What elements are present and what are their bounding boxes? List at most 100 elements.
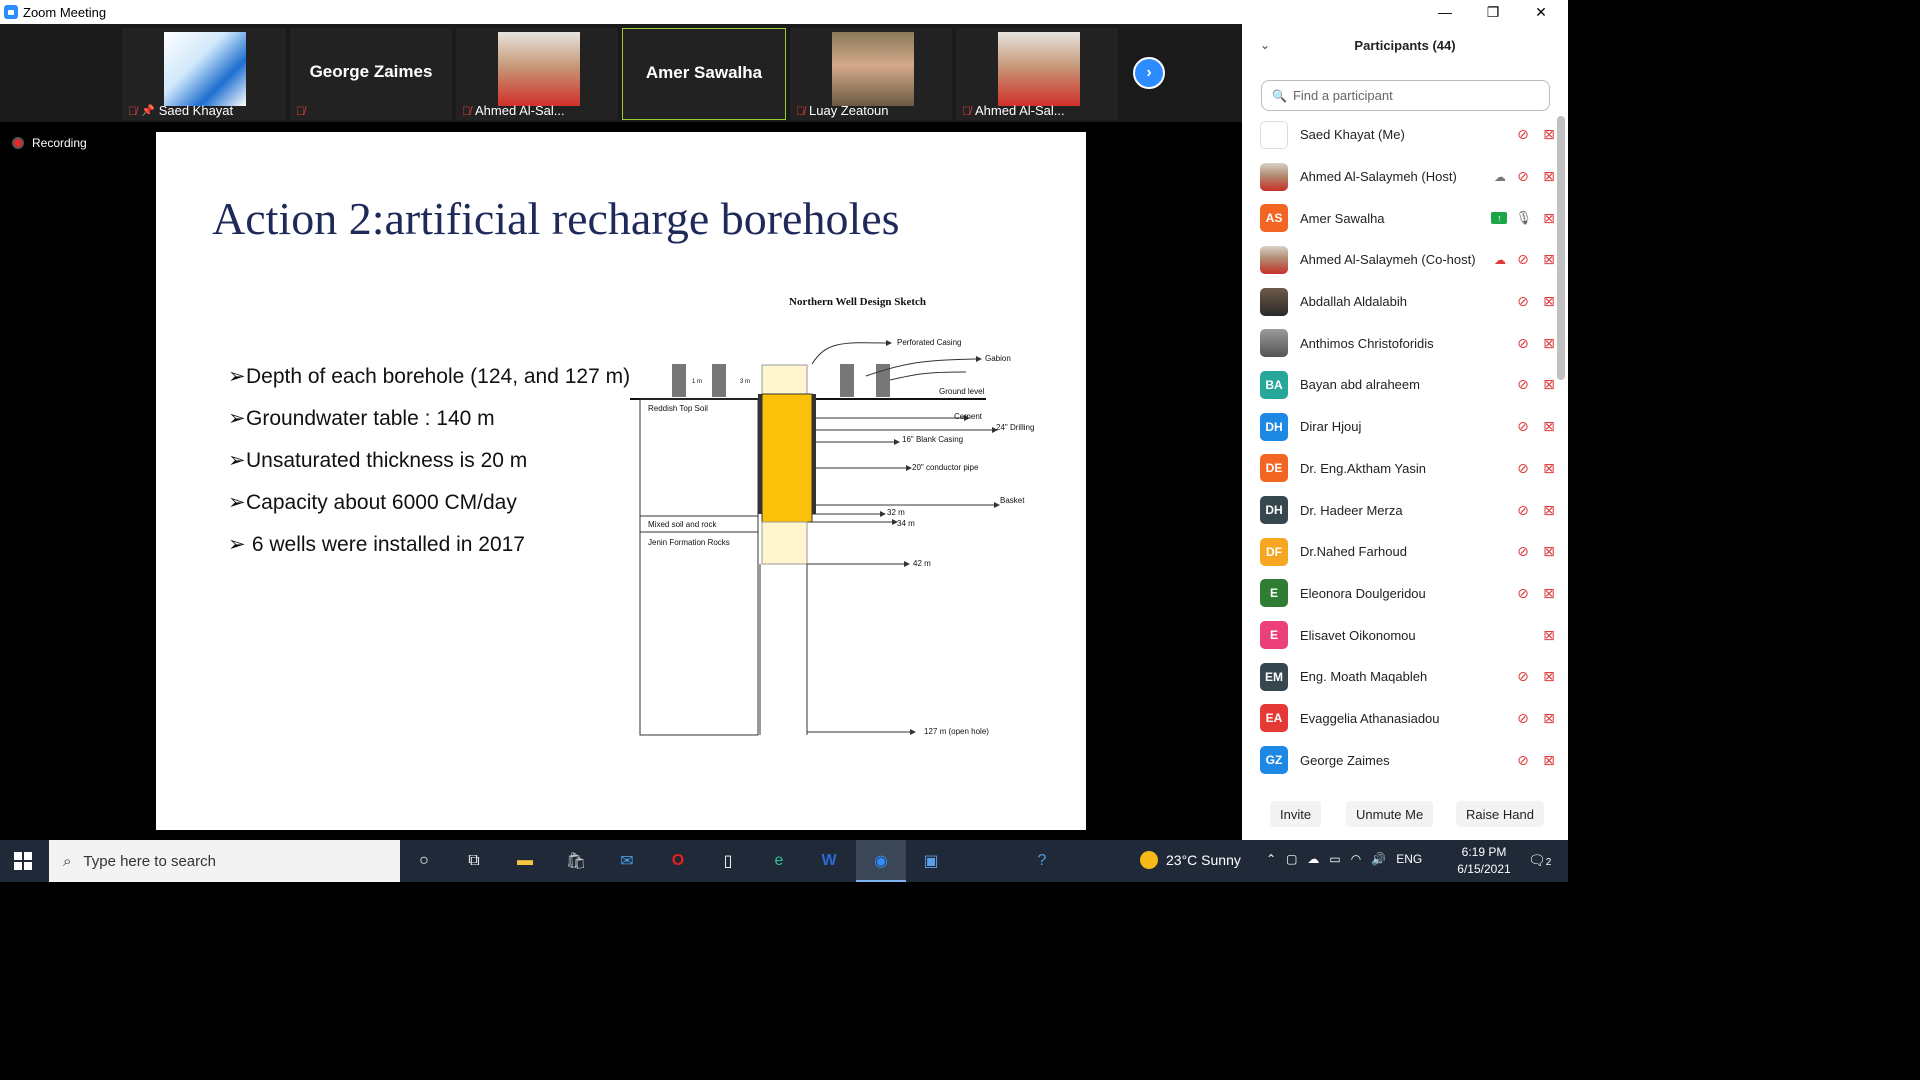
avatar: DH — [1260, 412, 1288, 441]
chevron-up-icon[interactable]: ⌃ — [1266, 852, 1276, 866]
task-view-icon[interactable]: ⧉ — [461, 848, 487, 874]
recording-indicator[interactable]: Recording — [12, 136, 87, 150]
video-tile[interactable]: George Zaimes 🎙̸ — [290, 28, 452, 120]
participant-status-icons: ☁ ⊘ ⊠ — [1494, 168, 1558, 185]
participant-status-icons: ⊘ ⊠ — [1514, 418, 1558, 435]
participant-row[interactable]: E Eleonora Doulgeridou ⊘ ⊠ — [1242, 573, 1558, 615]
video-tile[interactable]: 🎙̸ Ahmed Al-Sal... — [956, 28, 1118, 120]
edge-icon[interactable]: e — [766, 848, 792, 874]
participant-row[interactable]: EA Evaggelia Athanasiadou ⊘ ⊠ — [1242, 698, 1558, 740]
search-input[interactable] — [1292, 88, 1533, 103]
participant-status-icons: ↑ 🎙 ⊠ — [1491, 210, 1558, 227]
wifi-icon[interactable]: ◠ — [1351, 852, 1361, 866]
avatar: E — [1260, 621, 1288, 650]
muted-mic-icon: ⊘ — [1517, 293, 1529, 310]
invite-button[interactable]: Invite — [1270, 801, 1322, 827]
participant-status-icons: ⊘ ⊠ — [1514, 376, 1558, 393]
active-speaker-tile[interactable]: Amer Sawalha — [622, 28, 786, 120]
windows-start-icon[interactable] — [14, 852, 32, 870]
muted-mic-icon: 🎙̸ — [128, 103, 137, 118]
muted-mic-icon: ⊘ — [1517, 584, 1529, 601]
taskbar-search[interactable]: ⌕ Type here to search — [49, 840, 400, 882]
slide-title: Action 2:artificial recharge boreholes — [212, 193, 900, 244]
participant-name: Eng. Moath Maqableh — [1300, 669, 1428, 685]
participant-row[interactable]: DH Dr. Hadeer Merza ⊘ ⊠ — [1242, 489, 1558, 531]
participant-row[interactable]: DH Dirar Hjouj ⊘ ⊠ — [1242, 406, 1558, 448]
participant-name: Bayan abd alraheem — [1300, 377, 1420, 393]
search-icon: 🔍 — [1272, 88, 1287, 103]
participant-row[interactable]: Anthimos Christoforidis ⊘ ⊠ — [1242, 322, 1558, 364]
participant-row[interactable]: EM Eng. Moath Maqableh ⊘ ⊠ — [1242, 656, 1558, 698]
participant-row[interactable]: Saed Khayat (Me) ⊘ ⊠ — [1242, 114, 1558, 156]
muted-mic-icon: ⊘ — [1517, 709, 1529, 726]
search-icon: ⌕ — [63, 852, 72, 870]
opera-icon[interactable]: O — [665, 848, 691, 874]
muted-mic-icon: ⊘ — [1517, 543, 1529, 560]
participant-list: Saed Khayat (Me) ⊘ ⊠ Ahmed Al-Salaymeh (Hos… — [1242, 114, 1558, 781]
close-button[interactable]: ✕ — [1518, 0, 1564, 24]
notepad-icon[interactable]: ▯ — [715, 848, 741, 874]
muted-mic-icon: ⊘ — [1517, 168, 1529, 185]
participant-name: Dr. Hadeer Merza — [1300, 502, 1403, 518]
participants-scrollbar[interactable] — [1557, 116, 1565, 380]
file-explorer-icon[interactable]: ▬ — [512, 848, 538, 874]
bullet-item: ➢Depth of each borehole (124, and 127 m) — [228, 365, 631, 388]
participant-name: Saed Khayat (Me) — [1300, 127, 1405, 143]
photos-icon[interactable]: ▣ — [918, 848, 944, 874]
video-off-icon: ⊠ — [1543, 668, 1555, 685]
restore-button[interactable]: ❐ — [1470, 0, 1516, 24]
slide-bullets: ➢Depth of each borehole (124, and 127 m)… — [228, 362, 630, 572]
raise-hand-button[interactable]: Raise Hand — [1456, 801, 1544, 827]
participant-photo — [998, 32, 1080, 106]
participant-name: Amer Sawalha — [1300, 210, 1385, 226]
word-icon[interactable]: W — [816, 848, 842, 874]
bullet-item: ➢ 6 wells were installed in 2017 — [228, 533, 525, 556]
windows-taskbar: ⌕ Type here to search ○ ⧉ ▬ 🛍 ✉ O ▯ e W … — [0, 840, 1568, 882]
video-off-icon: ⊠ — [1543, 626, 1555, 643]
participant-name: Anthimos Christoforidis — [1300, 335, 1434, 351]
participant-row[interactable]: Ahmed Al-Salaymeh (Co-host) ☁ ⊘ ⊠ — [1242, 239, 1558, 281]
participant-search[interactable]: 🔍 — [1261, 80, 1550, 111]
volume-icon[interactable]: 🔊 — [1371, 852, 1386, 866]
participant-row[interactable]: E Elisavet Oikonomou ⊠ — [1242, 614, 1558, 656]
cortana-icon[interactable]: ○ — [411, 848, 437, 874]
cloud-icon[interactable]: ☁ — [1307, 852, 1319, 866]
video-off-icon: ⊠ — [1543, 543, 1555, 560]
muted-mic-icon: ⊘ — [1517, 126, 1529, 143]
language-indicator[interactable]: ENG — [1396, 852, 1422, 866]
clock-time: 6:19 PM — [1461, 845, 1507, 859]
participant-status-icons: ⊘ ⊠ — [1514, 710, 1558, 727]
video-tile[interactable]: 🎙̸ 📌 Saed Khayat — [122, 28, 286, 120]
battery-icon[interactable]: ▭ — [1329, 852, 1340, 866]
participant-row[interactable]: GZ George Zaimes ⊘ ⊠ — [1242, 739, 1558, 781]
taskbar-clock[interactable]: 6:19 PM 6/15/2021 — [1452, 844, 1516, 878]
mic-icon: 🎙 — [1515, 210, 1532, 226]
record-dot-icon — [12, 137, 24, 149]
participant-row[interactable]: Abdallah Aldalabih ⊘ ⊠ — [1242, 281, 1558, 323]
muted-mic-icon: ⊘ — [1517, 251, 1529, 268]
avatar: DH — [1260, 496, 1288, 525]
label-127m: 127 m (open hole) — [924, 727, 989, 736]
weather-widget[interactable]: 23°C Sunny — [1140, 851, 1241, 869]
participant-row[interactable]: BA Bayan abd alraheem ⊘ ⊠ — [1242, 364, 1558, 406]
video-tile[interactable]: 🎙̸ Luay Zeatoun — [790, 28, 952, 120]
participant-row[interactable]: DF Dr.Nahed Farhoud ⊘ ⊠ — [1242, 531, 1558, 573]
participant-row[interactable]: DE Dr. Eng.Aktham Yasin ⊘ ⊠ — [1242, 448, 1558, 490]
avatar: DF — [1260, 537, 1288, 566]
video-tile[interactable]: 🎙̸ Ahmed Al-Sal... — [456, 28, 618, 120]
tile-name: George Zaimes — [309, 62, 433, 81]
participant-row[interactable]: AS Amer Sawalha ↑ 🎙 ⊠ — [1242, 197, 1558, 239]
label-mixed-soil: Mixed soil and rock — [648, 520, 717, 529]
mail-icon[interactable]: ✉ — [614, 848, 640, 874]
participant-row[interactable]: Ahmed Al-Salaymeh (Host) ☁ ⊘ ⊠ — [1242, 156, 1558, 198]
video-off-icon: ⊠ — [1543, 709, 1555, 726]
muted-mic-icon: ⊘ — [1517, 751, 1529, 768]
store-icon[interactable]: 🛍 — [563, 848, 589, 874]
minimize-button[interactable]: — — [1422, 0, 1468, 24]
zoom-icon[interactable]: ◉ — [868, 848, 894, 874]
device-icon[interactable]: ▢ — [1286, 852, 1297, 866]
notifications-icon[interactable]: 🗨2 — [1528, 852, 1551, 869]
help-icon[interactable]: ? — [1029, 848, 1055, 874]
next-page-arrow-icon[interactable]: › — [1133, 57, 1165, 89]
unmute-button[interactable]: Unmute Me — [1346, 801, 1434, 827]
